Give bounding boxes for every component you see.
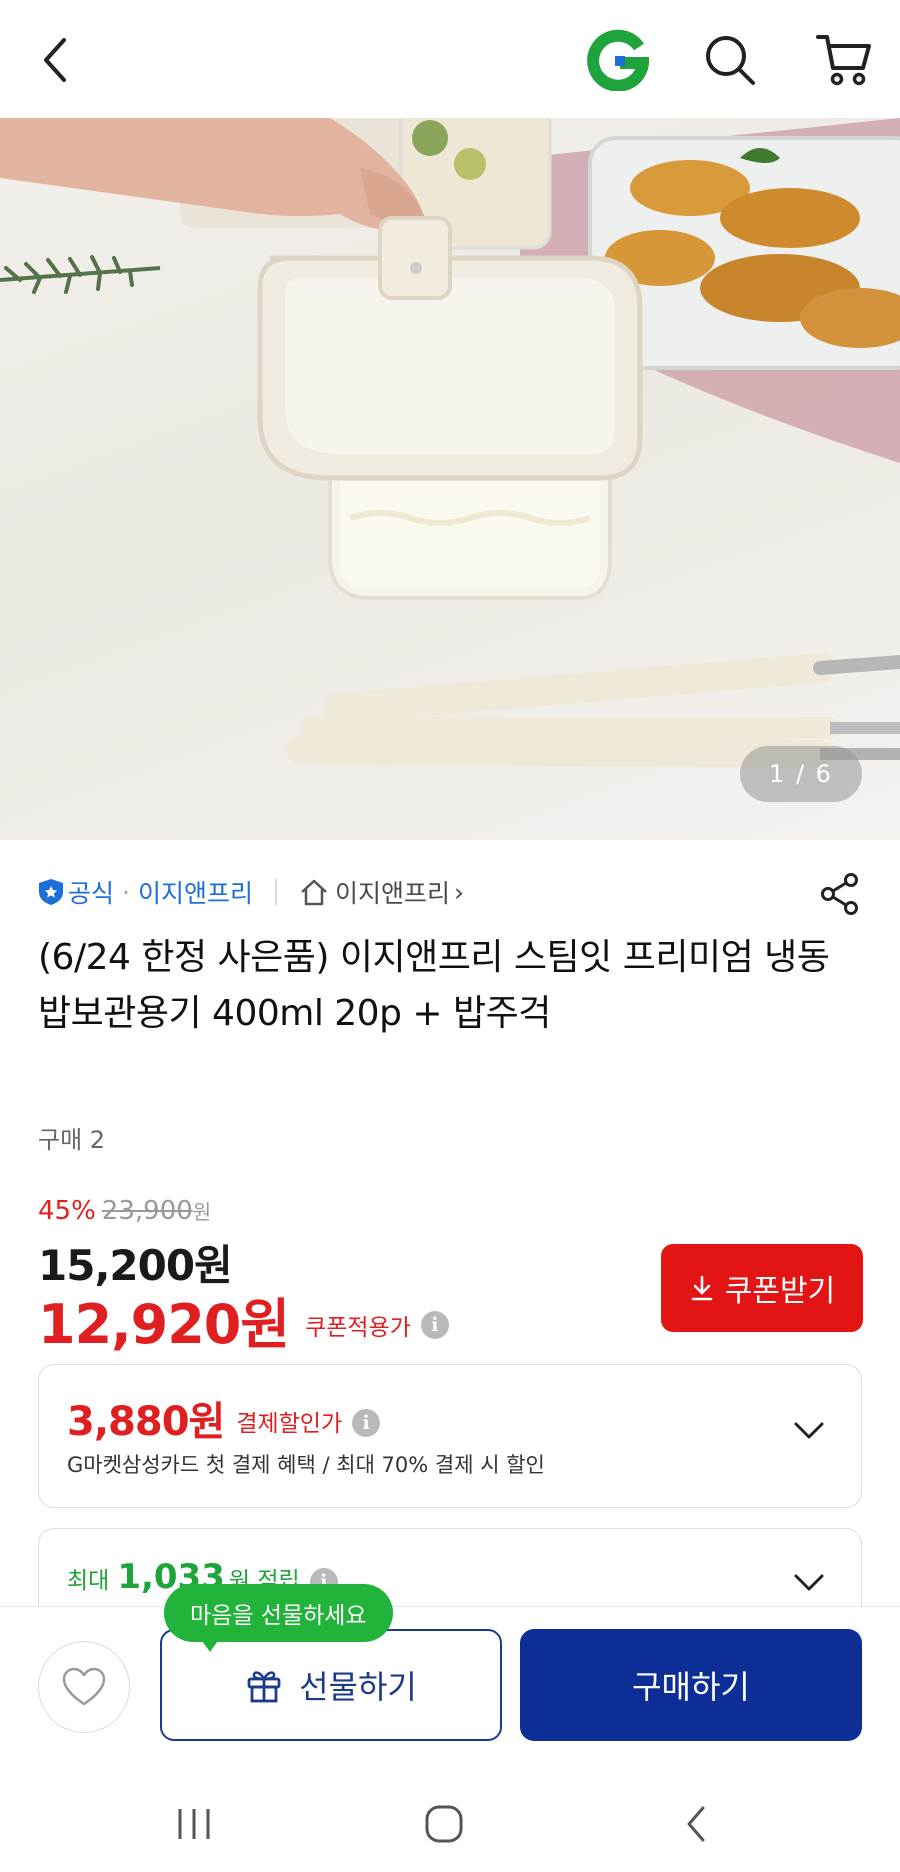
gift-tooltip: 마음을 선물하세요 [164,1584,393,1642]
payment-discount-row: 3,880원 결제할인가 i [67,1389,381,1447]
coupon-price: 12,920원 [38,1293,290,1356]
system-nav-bar [0,1780,900,1872]
discount-row: 45% 23,900 원 [38,1196,211,1226]
chevron-down-icon[interactable] [793,1573,825,1593]
cart-icon [816,35,871,86]
get-coupon-button[interactable]: 쿠폰받기 [661,1244,863,1332]
wishlist-button[interactable] [38,1641,130,1733]
payment-discount-card[interactable]: 3,880원 결제할인가 i G마켓삼성카드 첫 결제 혜택 / 최대 70% … [38,1364,862,1508]
separator-dot: · [122,877,130,907]
home-button[interactable] [404,1792,484,1856]
gmarket-g-icon [587,29,649,91]
home-outline-icon [301,879,327,906]
download-icon [691,1275,713,1301]
heart-icon [62,1667,106,1706]
get-coupon-label: 쿠폰받기 [724,1274,836,1309]
payment-discount-amount: 3,880원 [67,1399,225,1445]
official-badge: 공식 [38,874,114,910]
gift-label: 선물하기 [299,1668,417,1706]
share-button[interactable] [816,870,864,918]
product-photo [0,118,900,768]
purchase-count: 구매 2 [38,1126,106,1154]
search-icon [706,36,755,85]
share-icon [821,873,858,915]
search-button[interactable] [698,28,762,92]
divider [274,879,277,905]
product-title: (6/24 한정 사은품) 이지앤프리 스팀잇 프리미엄 냉동밥보관용기 400… [38,937,830,1034]
product-image-carousel[interactable]: 1 / 6 [0,118,900,840]
cart-button[interactable] [812,28,876,92]
gmarket-logo[interactable] [586,28,650,92]
coupon-price-row: 12,920원 쿠폰적용가 i [38,1280,449,1359]
system-back-button[interactable] [656,1792,736,1856]
chevron-left-icon [44,38,66,82]
buy-label: 구매하기 [632,1668,750,1706]
info-icon[interactable]: i [352,1409,381,1437]
home-icon [425,1805,463,1843]
store-link[interactable]: 이지앤프리 › [299,874,464,910]
seller-name[interactable]: 이지앤프리 [138,874,253,910]
top-app-bar [0,0,900,118]
info-icon[interactable]: i [420,1310,449,1339]
seller-row: 공식 · 이지앤프리 이지앤프리 › [38,872,464,912]
image-counter: 1 / 6 [740,746,862,802]
original-price-unit: 원 [192,1200,212,1224]
back-button[interactable] [24,28,88,92]
discount-rate: 45% [38,1196,96,1226]
payment-discount-description: G마켓삼성카드 첫 결제 혜택 / 최대 70% 결제 시 할인 [67,1453,545,1477]
chevron-down-icon[interactable] [793,1421,825,1441]
payment-discount-label: 결제할인가 [236,1411,343,1437]
recent-apps-button[interactable] [154,1792,234,1856]
recent-apps-icon [178,1809,210,1839]
reward-prefix: 최대 [67,1568,110,1594]
gift-icon [247,1671,281,1703]
coupon-price-label: 쿠폰적용가 [305,1314,411,1341]
bottom-action-bar: 선물하기 구매하기 [0,1606,900,1746]
store-link-arrow: › [454,877,464,907]
store-link-label: 이지앤프리 [334,879,450,908]
shield-check-icon [39,879,63,905]
gift-tooltip-tail [200,1638,220,1652]
original-price: 23,900 [101,1196,193,1226]
official-label: 공식 [68,879,115,908]
buy-button[interactable]: 구매하기 [520,1629,862,1741]
back-icon [687,1806,705,1842]
